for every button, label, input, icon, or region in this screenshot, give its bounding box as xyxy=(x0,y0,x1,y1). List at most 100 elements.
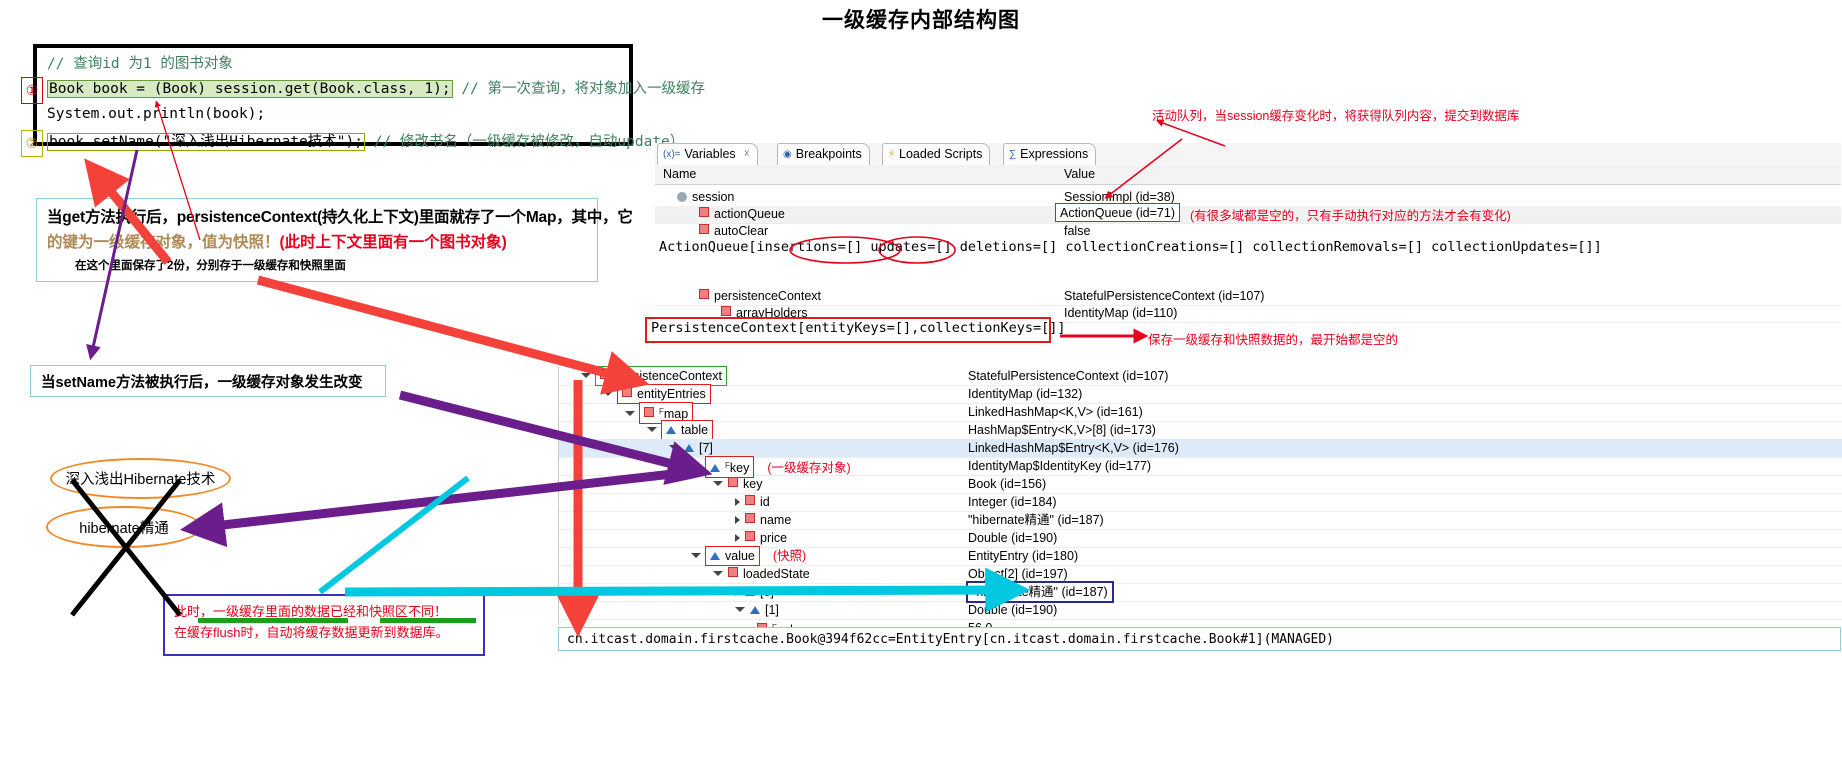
tree-value: IdentityMap (id=132) xyxy=(968,387,1083,401)
tab-breakpoints[interactable]: ◉ Breakpoints xyxy=(777,143,870,165)
tree-name: id xyxy=(735,493,770,511)
expander-icon[interactable] xyxy=(625,411,635,416)
tree-name-text: id xyxy=(760,495,770,509)
key-note: (一级缓存对象) xyxy=(767,461,851,475)
tree-name: key xyxy=(713,475,762,493)
tree-value: LinkedHashMap$Entry<K,V> (id=176) xyxy=(968,441,1179,455)
var-name-text: session xyxy=(692,190,735,204)
expander-icon[interactable] xyxy=(735,534,740,542)
expander-icon[interactable] xyxy=(691,553,701,558)
table-row[interactable]: persistenceContext StatefulPersistenceCo… xyxy=(559,366,1842,386)
table-row[interactable]: [1] Double (id=190) xyxy=(559,601,1842,620)
close-icon[interactable]: ☓ xyxy=(744,144,750,165)
array-icon xyxy=(684,444,694,452)
note-get-line2: 的键为一级缓存对象，值为快照！(此时上下文里面有一个图书对象) xyxy=(47,230,589,252)
variables-icon: (x)= xyxy=(663,149,681,160)
note-setname-method: 当setName方法被执行后，一级缓存对象发生改变 xyxy=(30,365,386,397)
field-icon xyxy=(699,224,709,234)
field-icon xyxy=(622,387,632,397)
tree-value: Object[2] (id=197) xyxy=(968,567,1068,581)
note-get-line2a: 的键为一级缓存对象，值为快照！ xyxy=(47,234,280,251)
expander-icon[interactable] xyxy=(735,588,740,596)
tree-label-box: Fmap xyxy=(638,402,694,424)
tree-name-text: map xyxy=(663,407,689,421)
code-line-println: System.out.println(book); xyxy=(47,102,629,127)
action-queue-note: 活动队列，当session缓存变化时，将获得队列内容，提交到数据库 xyxy=(1152,109,1520,123)
table-row[interactable]: table HashMap$Entry<K,V>[8] (id=173) xyxy=(559,420,1842,440)
expander-icon[interactable] xyxy=(713,481,723,486)
code-marker-1: ① xyxy=(21,77,43,104)
expander-icon[interactable] xyxy=(581,373,591,378)
code-line-comment: // 查询id 为1 的图书对象 xyxy=(47,52,629,77)
object-icon xyxy=(677,192,687,202)
table-row[interactable]: Fmap LinkedHashMap<K,V> (id=161) xyxy=(559,402,1842,424)
field-icon xyxy=(728,567,738,577)
eclipse-table-header: Name Value xyxy=(655,165,1841,185)
tree-name-text: price xyxy=(760,531,788,545)
tab-loaded-scripts[interactable]: ⚡ Loaded Scripts xyxy=(882,143,991,165)
table-row[interactable]: name "hibernate精通" (id=187) xyxy=(559,511,1842,530)
action-queue-value-box: ActionQueue (id=71) xyxy=(1055,203,1181,222)
tree-label-box: persistenceContext xyxy=(594,366,728,386)
expander-icon[interactable] xyxy=(735,607,745,612)
field-icon xyxy=(721,306,731,316)
tree-name: [1] xyxy=(735,601,779,619)
expander-icon[interactable] xyxy=(735,498,740,506)
tree-name: price xyxy=(735,529,787,547)
table-row[interactable]: entityEntries IdentityMap (id=132) xyxy=(559,384,1842,404)
persistence-context-note: 保存一级缓存和快照数据的，最开始都是空的 xyxy=(1148,333,1399,347)
field-icon xyxy=(745,531,755,541)
tree-footer-expression: cn.itcast.domain.firstcache.Book@394f62c… xyxy=(558,627,1841,651)
array-icon xyxy=(710,552,720,560)
tree-value-text: "hibernate精通" (id=187) xyxy=(972,585,1108,599)
tree-name-text: loadedState xyxy=(743,567,810,581)
expander-icon[interactable] xyxy=(691,465,701,470)
tree-name: Fmap xyxy=(625,402,694,424)
field-icon xyxy=(644,407,654,417)
eclipse-debug-panel: (x)= Variables ☓ ◉ Breakpoints ⚡ Loaded … xyxy=(655,143,1841,323)
var-name: persistenceContext xyxy=(699,288,821,305)
table-row[interactable]: persistenceContext StatefulPersistenceCo… xyxy=(655,288,1841,306)
tree-name: table xyxy=(647,420,714,440)
code-marker-2: ② xyxy=(21,130,43,157)
tab-expressions[interactable]: ∑ Expressions xyxy=(1003,143,1097,165)
tab-loaded-scripts-label: Loaded Scripts xyxy=(899,147,983,161)
tree-value: StatefulPersistenceContext (id=107) xyxy=(968,369,1169,383)
table-row[interactable]: id Integer (id=184) xyxy=(559,493,1842,512)
var-name-text: persistenceContext xyxy=(714,289,822,303)
table-row[interactable]: [0] "hibernate精通" (id=187) xyxy=(559,581,1842,603)
breakpoint-icon: ◉ xyxy=(783,149,792,160)
tree-label-box: entityEntries xyxy=(617,384,711,404)
table-row[interactable]: price Double (id=190) xyxy=(559,529,1842,548)
expander-icon[interactable] xyxy=(713,571,723,576)
table-row[interactable]: value (快照) EntityEntry (id=180) xyxy=(559,546,1842,566)
var-name: session xyxy=(677,189,734,206)
script-icon: ⚡ xyxy=(888,149,896,160)
note-get-line1: 当get方法执行后，persistenceContext(持久化上下文)里面就存… xyxy=(47,209,633,226)
tree-name-text: name xyxy=(760,513,792,527)
value-note: (快照) xyxy=(772,549,807,563)
tree-label-box: value xyxy=(705,546,760,566)
tree-name: loadedState xyxy=(713,565,810,583)
table-row[interactable]: Fkey (一级缓存对象) IdentityMap$IdentityKey (id… xyxy=(559,456,1842,478)
table-row[interactable]: loadedState Object[2] (id=197) xyxy=(559,565,1842,584)
expander-icon[interactable] xyxy=(735,516,740,524)
note-flush: 此时，一级缓存里面的数据已经和快照区不同！ 在缓存flush时，自动将缓存数据更… xyxy=(163,594,485,656)
note-get-line2b: (此时上下文里面有一个图书对象) xyxy=(279,234,507,251)
field-icon xyxy=(728,477,738,487)
action-queue-value: ActionQueue (id=71) xyxy=(1060,206,1176,220)
expander-icon[interactable] xyxy=(647,427,657,432)
code-line-setname: ② book.setName("深入浅出Hibernate技术"); // 修改… xyxy=(21,130,684,157)
expander-icon[interactable] xyxy=(603,391,613,396)
field-icon xyxy=(745,513,755,523)
code-comment-3: // 修改书名（一级缓存被修改，自动update） xyxy=(373,134,685,150)
table-row[interactable]: key Book (id=156) xyxy=(559,475,1842,494)
tree-name: [7] xyxy=(669,439,713,457)
code-println-text: System.out.println(book); xyxy=(47,106,266,122)
code-statement-setname: book.setName("深入浅出Hibernate技术"); xyxy=(47,133,365,151)
tree-value: EntityEntry (id=180) xyxy=(968,549,1079,563)
tab-variables[interactable]: (x)= Variables ☓ xyxy=(657,143,758,165)
tree-name: value (快照) xyxy=(691,546,807,566)
table-row[interactable]: [7] LinkedHashMap$Entry<K,V> (id=176) xyxy=(559,439,1842,458)
expander-icon[interactable] xyxy=(669,445,679,450)
